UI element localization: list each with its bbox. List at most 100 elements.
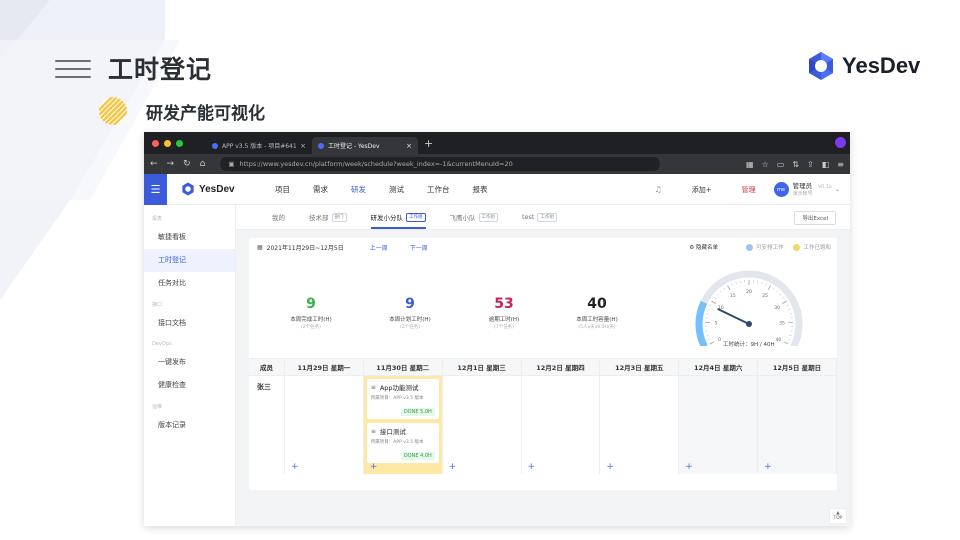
sidebar-item-health-check[interactable]: 健康检查 xyxy=(144,374,235,397)
add-task-button[interactable]: + xyxy=(291,462,299,472)
manage-link[interactable]: 管理 xyxy=(742,185,756,195)
close-window-button[interactable] xyxy=(152,139,159,147)
day-cell[interactable]: + xyxy=(679,376,759,474)
tab-label: APP v3.5 版本 - 项目#6417 - Yes xyxy=(222,143,297,150)
tab-tag: 工作组 xyxy=(537,212,557,222)
nav-project[interactable]: 项目 xyxy=(275,184,290,195)
prev-week-link[interactable]: 上一周 xyxy=(370,243,388,252)
browser-tab-app[interactable]: APP v3.5 版本 - 项目#6417 - Yes × xyxy=(206,137,312,154)
slide-title: 工时登记 xyxy=(108,55,213,84)
add-task-button[interactable]: + xyxy=(685,462,693,472)
nav-report[interactable]: 报表 xyxy=(473,184,488,195)
minimize-window-button[interactable] xyxy=(164,139,171,147)
next-week-link[interactable]: 下一周 xyxy=(410,243,428,252)
nav-development[interactable]: 研发 xyxy=(351,184,366,195)
day-cell[interactable]: + xyxy=(522,376,601,474)
bookmark-star-icon[interactable]: ☆ xyxy=(762,160,769,169)
nav-workbench[interactable]: 工作台 xyxy=(427,184,450,195)
chevron-down-icon[interactable]: ⌄ xyxy=(835,186,840,193)
gauge-tick xyxy=(716,293,719,296)
task-card[interactable]: ≡ App功能测试 所属项目：APP v3.5 版本 DONE 5.0H xyxy=(366,379,439,419)
sidebar-item-kanban[interactable]: 敏捷看板 xyxy=(144,226,235,249)
striped-circle-icon xyxy=(99,97,127,125)
nav-requirement[interactable]: 需求 xyxy=(313,184,328,195)
gauge-tick xyxy=(765,283,767,286)
gauge-tick xyxy=(727,285,731,291)
legend-dot-yellow xyxy=(793,243,801,251)
day-cell[interactable]: + xyxy=(600,376,680,474)
browser-tab-worktime[interactable]: 工时登记 - YesDev × xyxy=(312,137,418,154)
stat-value: 9 xyxy=(405,296,415,312)
app-logo[interactable]: YesDev xyxy=(181,182,261,196)
tab-eagle-squad[interactable]: 飞鹰小队 工作组 xyxy=(450,205,498,230)
add-task-button[interactable]: + xyxy=(606,462,614,472)
browser-menu-icon[interactable]: ≡ xyxy=(837,160,844,169)
tab-test[interactable]: test 工作组 xyxy=(522,205,557,230)
url-field[interactable]: ▣ https://www.yesdev.cn/platform/week/sc… xyxy=(220,157,661,171)
gauge-tick-label: 35 xyxy=(779,321,785,327)
maximize-window-button[interactable] xyxy=(176,139,183,147)
task-card[interactable]: ≡ 接口测试 所属项目：APP v3.5 版本 DONE 4.0H xyxy=(366,423,439,463)
account-icon[interactable]: ◧ xyxy=(822,160,830,169)
add-task-button[interactable]: + xyxy=(449,462,457,472)
app-body: 报表 敏捷看板 工时登记 任务对比 接口 接口文档 DevOps 一键发布 健康… xyxy=(144,205,850,526)
gauge-tick xyxy=(706,334,709,336)
extension-icon[interactable]: ⇅ xyxy=(792,160,799,169)
avatar[interactable]: me xyxy=(773,182,789,197)
export-excel-button[interactable]: 导出Excel xyxy=(794,211,836,225)
top-label: TOP xyxy=(833,516,843,521)
notification-bell-icon[interactable]: ♫ xyxy=(655,185,662,194)
schedule-card: ▦ 2021年11月29日~12月5日 上一周 下一周 ⚙ 隐藏名单 可安排工作… xyxy=(249,238,837,490)
gauge-tick xyxy=(709,341,715,345)
gauge-tick xyxy=(782,297,785,299)
home-icon[interactable]: ⌂ xyxy=(200,159,206,169)
day-header: 11月30日 星期二 xyxy=(364,359,443,375)
sidebar-item-version-log[interactable]: 版本记录 xyxy=(144,414,235,437)
browser-toolbar: ▦ ☆ ▭ ⇅ ⇪ ◧ ≡ xyxy=(738,160,844,169)
gauge-needle xyxy=(717,308,750,325)
menu-toggle-icon[interactable]: ☰ xyxy=(144,173,167,205)
tab-mine[interactable]: 我的 xyxy=(272,205,285,230)
add-task-button[interactable]: + xyxy=(764,462,772,472)
tab-dev-squad[interactable]: 研发小分队 工作组 xyxy=(370,205,426,230)
task-title: App功能测试 xyxy=(379,384,419,392)
sidebar-item-deploy[interactable]: 一键发布 xyxy=(144,351,235,374)
tab-label: 研发小分队 xyxy=(370,214,404,222)
url-host: https://www.yesdev.cn xyxy=(239,160,313,168)
day-header: 12月5日 星期日 xyxy=(758,359,837,375)
sidebar-item-task-compare[interactable]: 任务对比 xyxy=(144,272,235,295)
reader-icon[interactable]: ▭ xyxy=(777,160,785,169)
stat-completed: 9 本周完成工时(H) (2个任务) xyxy=(266,296,356,330)
back-icon[interactable]: ← xyxy=(150,159,158,169)
add-button[interactable]: 添加+ xyxy=(692,185,712,195)
add-task-button[interactable]: + xyxy=(370,462,378,472)
user-name: 管理员 xyxy=(792,181,813,190)
add-task-button[interactable]: + xyxy=(528,462,536,472)
legend-label: 可安排工作 xyxy=(755,245,784,251)
gauge-tick-label: 5 xyxy=(715,321,718,327)
gauge-tick xyxy=(767,285,771,291)
share-icon[interactable]: ⇪ xyxy=(807,160,814,169)
new-tab-button[interactable]: + xyxy=(424,137,433,150)
profile-icon[interactable] xyxy=(835,137,846,148)
sidebar-item-worktime[interactable]: 工时登记 xyxy=(144,249,235,272)
hide-list-button[interactable]: ⚙ 隐藏名单 xyxy=(689,243,718,251)
tab-tech-dept[interactable]: 技术部 部门 xyxy=(309,205,347,230)
reload-icon[interactable]: ↻ xyxy=(183,159,191,169)
back-to-top-button[interactable]: ▲ TOP xyxy=(829,508,847,524)
day-cell[interactable]: + xyxy=(285,376,364,474)
day-cell[interactable]: + xyxy=(758,376,837,474)
tab-close-icon[interactable]: × xyxy=(300,142,306,150)
tab-close-icon[interactable]: × xyxy=(406,142,412,150)
slide-subtitle: 研发产能可视化 xyxy=(146,104,265,124)
nav-test[interactable]: 测试 xyxy=(389,184,404,195)
app-header: ☰ YesDev 项目 需求 研发 测试 工作台 报表 ♫ 添加+ 管理 me … xyxy=(144,173,850,205)
day-cell[interactable]: ≡ App功能测试 所属项目：APP v3.5 版本 DONE 5.0H ≡ 接口测… xyxy=(363,376,443,474)
day-header: 12月2日 星期四 xyxy=(522,359,601,375)
qr-icon[interactable]: ▦ xyxy=(746,160,754,169)
forward-icon[interactable]: → xyxy=(167,159,175,169)
day-cell[interactable]: + xyxy=(443,376,522,474)
sidebar-item-api-docs[interactable]: 接口文档 xyxy=(144,312,235,335)
gauge-tick-label: 40 xyxy=(776,337,782,343)
user-info[interactable]: 管理员 v0.1x 演示账号 xyxy=(793,182,832,198)
